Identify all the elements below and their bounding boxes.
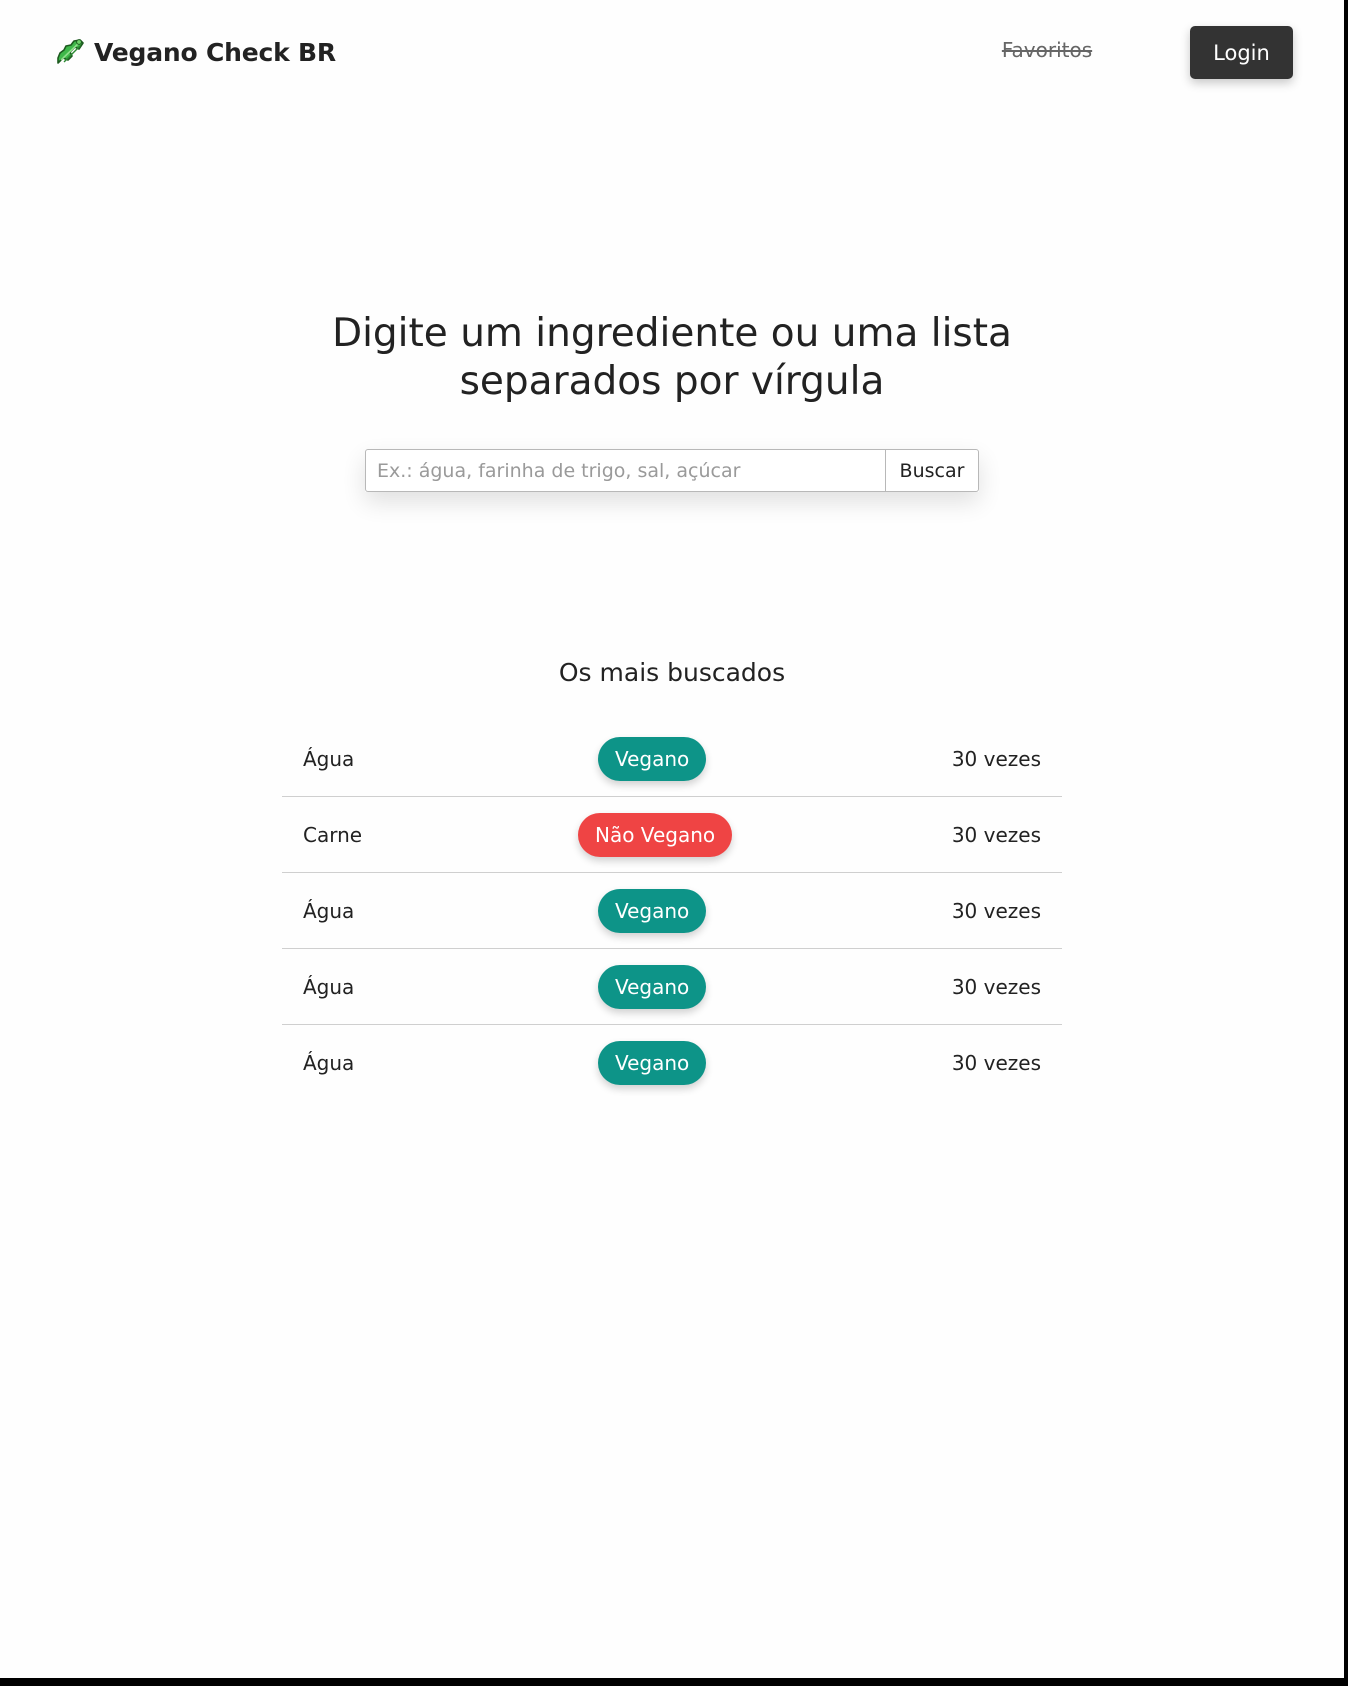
- status-badge: Não Vegano: [578, 812, 733, 857]
- table-row[interactable]: Água Vegano 30 vezes: [282, 872, 1062, 949]
- status-cell: Não Vegano: [573, 796, 803, 873]
- search-input[interactable]: [365, 449, 885, 492]
- ingredient-name: Carne: [282, 796, 573, 873]
- status-cell: Vegano: [573, 872, 803, 949]
- status-cell: Vegano: [573, 721, 803, 797]
- page: Vegano Check BR Favoritos Login Digite u…: [0, 0, 1344, 1678]
- status-badge: Vegano: [598, 888, 707, 933]
- status-badge: Vegano: [598, 1040, 707, 1085]
- ingredient-name: Água: [282, 948, 573, 1025]
- search-count: 30 vezes: [951, 1050, 1041, 1075]
- favorites-link[interactable]: Favoritos: [972, 38, 1122, 62]
- ingredient-name: Água: [303, 1050, 355, 1075]
- search-count: 30 vezes: [803, 948, 1062, 1025]
- page-title: Digite um ingrediente ou uma lista separ…: [332, 311, 1012, 404]
- ingredient-name: Água: [282, 721, 573, 797]
- top-searches-table: Água Vegano 30 vezes Carne Não Vegano 30…: [282, 721, 1062, 1100]
- top-searches-title: Os mais buscados: [558, 658, 786, 687]
- search-count: 30 vezes: [803, 721, 1062, 797]
- status-cell: Vegano: [573, 1025, 803, 1101]
- brand-name: Vegano Check BR: [94, 37, 336, 67]
- table-row[interactable]: Água Vegano 30 vezes: [282, 1025, 1062, 1101]
- table-row[interactable]: Água Vegano 30 vezes: [282, 948, 1062, 1025]
- status-badge: Vegano: [598, 736, 707, 781]
- ingredient-name: Água: [282, 872, 573, 949]
- search-count: 30 vezes: [803, 796, 1062, 873]
- status-badge: Vegano: [598, 964, 707, 1009]
- brand[interactable]: Vegano Check BR: [54, 34, 336, 70]
- status-cell: Vegano: [573, 948, 803, 1025]
- login-button[interactable]: Login: [1190, 26, 1293, 79]
- navbar: Vegano Check BR Favoritos Login: [0, 0, 1344, 105]
- search-button[interactable]: Buscar: [885, 449, 979, 492]
- search-bar: Buscar: [365, 449, 979, 492]
- celery-icon: [54, 36, 86, 68]
- table-row[interactable]: Carne Não Vegano 30 vezes: [282, 796, 1062, 873]
- search-count: 30 vezes: [803, 872, 1062, 949]
- table-row[interactable]: Água Vegano 30 vezes: [282, 721, 1062, 797]
